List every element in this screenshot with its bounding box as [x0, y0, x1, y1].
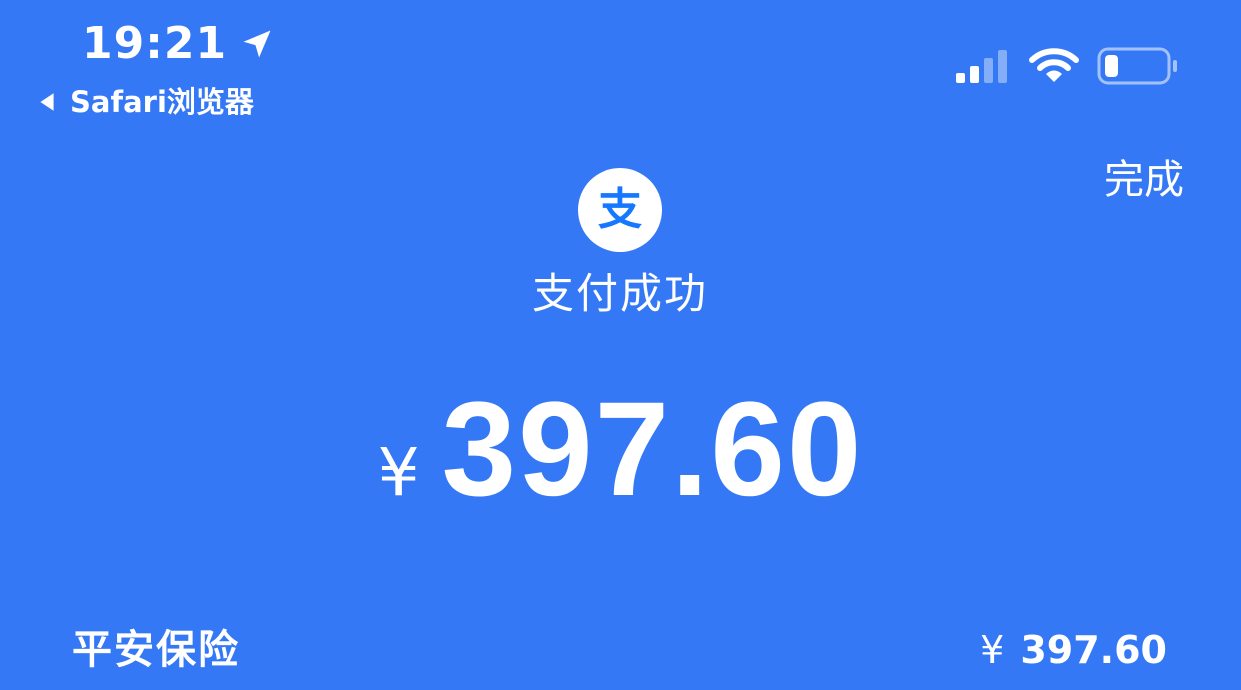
back-arrow-icon: [40, 93, 54, 111]
amount-value: 397.60: [441, 375, 864, 524]
battery-icon: [1097, 47, 1177, 85]
status-time: 19:21: [82, 18, 228, 69]
payment-status-text: 支付成功: [531, 269, 708, 318]
merchant-name: 平安保险: [72, 627, 240, 673]
done-button[interactable]: 完成: [1104, 154, 1184, 206]
location-arrow-icon: [243, 30, 271, 58]
wifi-icon: [1029, 48, 1079, 82]
alipay-logo-icon: 支: [578, 168, 662, 252]
merchant-amount-value: 397.60: [1020, 628, 1167, 672]
currency-symbol: ¥: [377, 434, 420, 511]
signal-icon: [956, 50, 1007, 83]
merchant-amount: ¥ 397.60: [980, 622, 1167, 678]
merchant-currency-symbol: ¥: [980, 628, 1005, 672]
alipay-logo-glyph: 支: [598, 184, 642, 235]
back-to-app-link[interactable]: Safari浏览器: [36, 82, 254, 122]
payment-amount: ¥ 397.60: [0, 380, 1241, 520]
status-bar: 19:21 Safari浏览器: [0, 0, 1241, 130]
time-group: 19:21: [82, 18, 275, 70]
back-app-label: Safari浏览器: [70, 85, 254, 119]
